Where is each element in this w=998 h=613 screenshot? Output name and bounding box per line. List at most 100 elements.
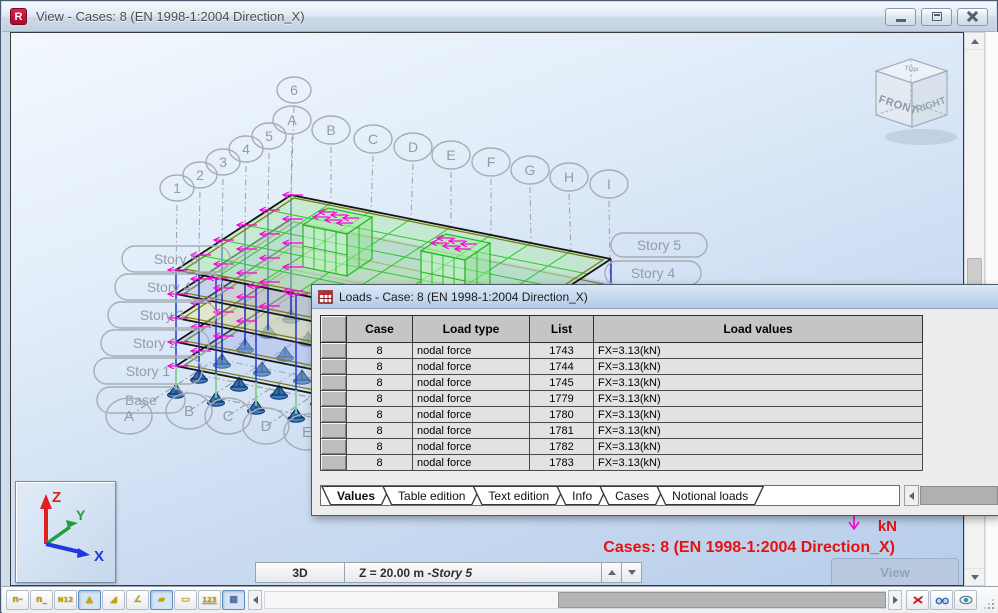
load-values-cell[interactable]: FX=3.13(kN)	[593, 422, 923, 439]
toolbar-scrollbar-thumb[interactable]	[558, 592, 886, 608]
row-header[interactable]	[320, 374, 347, 391]
col-header-load-values[interactable]: Load values	[593, 315, 923, 343]
table-row[interactable]: 8 nodal force 1779 FX=3.13(kN)	[320, 390, 923, 407]
load-type-cell[interactable]: nodal force	[412, 390, 530, 407]
row-header[interactable]	[320, 358, 347, 375]
load-values-cell[interactable]: FX=3.13(kN)	[593, 342, 923, 359]
toolbar-scroll-right-button[interactable]	[888, 590, 902, 610]
case-cell[interactable]: 8	[346, 454, 413, 471]
profiles-icon[interactable]: ∠	[126, 590, 149, 610]
list-cell[interactable]: 1744	[529, 358, 594, 375]
table-row[interactable]: 8 nodal force 1782 FX=3.13(kN)	[320, 438, 923, 455]
case-cell[interactable]: 8	[346, 422, 413, 439]
load-type-cell[interactable]: nodal force	[412, 358, 530, 375]
list-cell[interactable]: 1780	[529, 406, 594, 423]
level-down-button[interactable]	[621, 562, 642, 583]
table-row[interactable]: 8 nodal force 1745 FX=3.13(kN)	[320, 374, 923, 391]
supports-icon[interactable]: ▲	[78, 590, 101, 610]
panel-colors-icon[interactable]: ▦	[222, 590, 245, 610]
row-header[interactable]	[320, 438, 347, 455]
list-cell[interactable]: 1783	[529, 454, 594, 471]
close-button[interactable]	[957, 7, 988, 26]
glasses-view-icon[interactable]	[930, 590, 953, 610]
row-header[interactable]	[320, 342, 347, 359]
panels-icon[interactable]: ▰	[150, 590, 173, 610]
list-cell[interactable]: 1781	[529, 422, 594, 439]
grid-bubble-3: 3	[205, 148, 241, 176]
case-cell[interactable]: 8	[346, 342, 413, 359]
list-cell[interactable]: 1743	[529, 342, 594, 359]
table-row[interactable]: 8 nodal force 1781 FX=3.13(kN)	[320, 422, 923, 439]
table-corner-cell[interactable]	[320, 315, 347, 343]
grid-bubble-5: 5	[251, 122, 287, 150]
toolbar-scroll-left-button[interactable]	[248, 590, 262, 610]
list-cell[interactable]: 1779	[529, 390, 594, 407]
restore-button[interactable]	[921, 7, 952, 26]
case-annotation-group: kN Cases: 8 (EN 1998-1:2004 Direction_X)	[603, 513, 897, 556]
level-indicator[interactable]: Z = 20.00 m - Story 5	[344, 562, 602, 583]
table-row[interactable]: 8 nodal force 1744 FX=3.13(kN)	[320, 358, 923, 375]
load-type-cell[interactable]: nodal force	[412, 374, 530, 391]
node-numbers-icon[interactable]: n-	[6, 590, 29, 610]
list-cell[interactable]: 1782	[529, 438, 594, 455]
table-icon	[318, 289, 333, 304]
walls-icon[interactable]: ▭	[174, 590, 197, 610]
row-header[interactable]	[320, 422, 347, 439]
load-symbols-icon[interactable]: 123	[198, 590, 221, 610]
bar-numbers-icon[interactable]: n_	[30, 590, 53, 610]
view-tab[interactable]: View	[831, 558, 959, 585]
case-cell[interactable]: 8	[346, 374, 413, 391]
case-cell[interactable]: 8	[346, 406, 413, 423]
col-header-list[interactable]: List	[529, 315, 594, 343]
view-cube[interactable]: TOP FRONT RIGHT	[874, 58, 957, 145]
case-cell[interactable]: 8	[346, 438, 413, 455]
toolbar-scrollbar[interactable]	[264, 591, 886, 609]
tab-text-edition[interactable]: Text edition	[472, 486, 565, 505]
axis-triad-panel[interactable]: Z Y X	[15, 481, 116, 583]
scroll-down-button[interactable]	[965, 568, 984, 585]
view-mode-indicator[interactable]: 3D	[255, 562, 345, 583]
load-values-cell[interactable]: FX=3.13(kN)	[593, 438, 923, 455]
table-row[interactable]: 8 nodal force 1780 FX=3.13(kN)	[320, 406, 923, 423]
case-cell[interactable]: 8	[346, 358, 413, 375]
window-titlebar[interactable]: R View - Cases: 8 (EN 1998-1:2004 Direct…	[2, 2, 996, 32]
level-up-button[interactable]	[601, 562, 622, 583]
load-values-cell[interactable]: FX=3.13(kN)	[593, 406, 923, 423]
cut-view-icon[interactable]	[906, 590, 929, 610]
col-header-load-type[interactable]: Load type	[412, 315, 530, 343]
table-scrollbar-thumb[interactable]	[920, 486, 998, 505]
minimize-button[interactable]	[885, 7, 916, 26]
case-annotation: Cases: 8 (EN 1998-1:2004 Direction_X)	[603, 539, 895, 556]
load-type-cell[interactable]: nodal force	[412, 438, 530, 455]
case-cell[interactable]: 8	[346, 390, 413, 407]
load-values-cell[interactable]: FX=3.13(kN)	[593, 374, 923, 391]
row-header[interactable]	[320, 454, 347, 471]
table-row[interactable]: 8 nodal force 1743 FX=3.13(kN)	[320, 342, 923, 359]
loads-table[interactable]: Case Load type List Load values 8 nodal f…	[320, 315, 923, 471]
tab-notional-loads[interactable]: Notional loads	[656, 486, 764, 505]
load-values-cell[interactable]: FX=3.13(kN)	[593, 454, 923, 471]
load-values-cell[interactable]: FX=3.13(kN)	[593, 358, 923, 375]
svg-text:Story 4: Story 4	[631, 265, 676, 281]
load-type-cell[interactable]: nodal force	[412, 454, 530, 471]
table-row[interactable]: 8 nodal force 1783 FX=3.13(kN)	[320, 454, 923, 471]
resize-grip[interactable]	[982, 597, 994, 609]
svg-text:D: D	[261, 418, 272, 435]
panel-numbers-icon[interactable]: N12	[54, 590, 77, 610]
load-type-cell[interactable]: nodal force	[412, 342, 530, 359]
row-header[interactable]	[320, 390, 347, 407]
col-header-case[interactable]: Case	[346, 315, 413, 343]
row-header[interactable]	[320, 406, 347, 423]
table-scroll-left-button[interactable]	[904, 485, 919, 506]
eye-view-icon[interactable]	[954, 590, 977, 610]
loads-table-window[interactable]: Loads - Case: 8 (EN 1998-1:2004 Directio…	[311, 284, 998, 516]
list-cell[interactable]: 1745	[529, 374, 594, 391]
loads-window-titlebar[interactable]: Loads - Case: 8 (EN 1998-1:2004 Directio…	[312, 285, 998, 309]
load-type-cell[interactable]: nodal force	[412, 422, 530, 439]
section-shapes-icon[interactable]: ◢	[102, 590, 125, 610]
load-values-cell[interactable]: FX=3.13(kN)	[593, 390, 923, 407]
load-type-cell[interactable]: nodal force	[412, 406, 530, 423]
tab-values[interactable]: Values	[321, 486, 391, 505]
tab-table-edition[interactable]: Table edition	[382, 486, 481, 505]
scroll-up-button[interactable]	[965, 33, 984, 50]
